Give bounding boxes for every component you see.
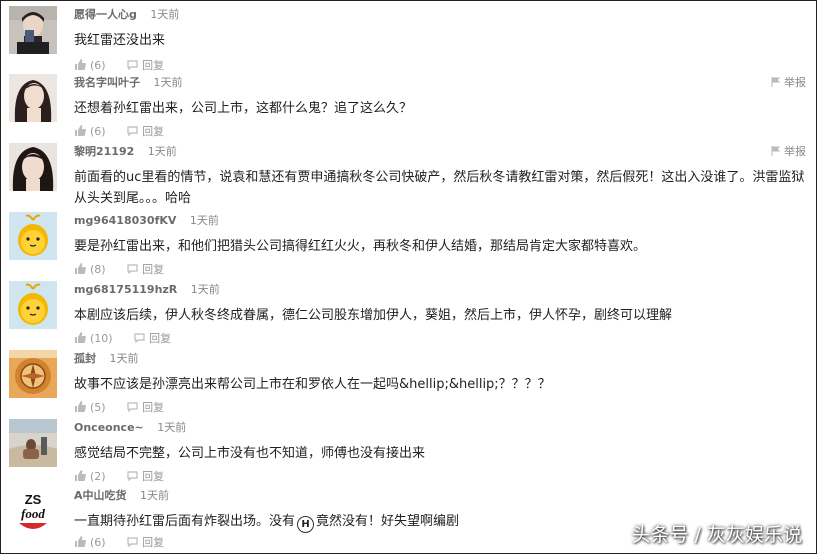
avatar[interactable] bbox=[9, 419, 57, 467]
avatar[interactable] bbox=[9, 350, 57, 398]
reply-button[interactable]: 回复 bbox=[127, 536, 164, 549]
logo-line1: ZS bbox=[25, 492, 42, 507]
reply-label: 回复 bbox=[142, 125, 165, 138]
thumbs-up-icon[interactable] bbox=[74, 332, 86, 346]
reply-label: 回复 bbox=[142, 59, 165, 72]
comment-actions: (10) 回复 bbox=[74, 330, 171, 346]
reply-label: 回复 bbox=[149, 332, 172, 345]
comment-text-part2: 竟然没有！好失望啊编剧 bbox=[316, 514, 460, 529]
timestamp: 1天前 bbox=[190, 283, 220, 296]
avatar[interactable] bbox=[9, 6, 57, 54]
comment-actions: (6) 回复 bbox=[74, 534, 164, 550]
speech-bubble-icon bbox=[134, 332, 145, 346]
speech-bubble-icon bbox=[127, 470, 138, 484]
comment-actions: (6) 回复 bbox=[74, 123, 164, 139]
speech-bubble-icon bbox=[127, 536, 138, 550]
thumbs-up-icon[interactable] bbox=[74, 470, 86, 484]
comment-meta: 孤封 1天前 bbox=[74, 350, 139, 366]
username[interactable]: 孤封 bbox=[74, 352, 96, 365]
reply-button[interactable]: 回复 bbox=[127, 470, 164, 483]
reply-button[interactable]: 回复 bbox=[127, 263, 164, 276]
emoji-h-icon: H bbox=[297, 516, 315, 533]
report-button[interactable]: 举报 bbox=[771, 74, 806, 90]
comment-meta: Onceonce~ 1天前 bbox=[74, 419, 186, 435]
username[interactable]: mg96418030fKV bbox=[74, 214, 176, 227]
reply-button[interactable]: 回复 bbox=[127, 125, 164, 138]
comment-text: 故事不应该是孙漂亮出来帮公司上市在和罗依人在一起吗&hellip;&hellip… bbox=[74, 377, 551, 392]
reply-button[interactable]: 回复 bbox=[134, 332, 171, 345]
reply-label: 回复 bbox=[142, 470, 165, 483]
comment-text: 本剧应该后续，伊人秋冬终成眷属，德仁公司股东增加伊人，葵姐，然后上市，伊人怀孕，… bbox=[74, 308, 673, 323]
comment-actions: (2) 回复 bbox=[74, 468, 164, 484]
comment-text: 还想着孙红雷出来，公司上市，这都什么鬼？追了这么久？ bbox=[74, 101, 413, 116]
watermark: 头条号 / 灰灰娱乐说 bbox=[631, 524, 802, 546]
avatar[interactable] bbox=[9, 212, 57, 260]
comment-text: 前面看的uc里看的情节，说袁和慧还有贾申通搞秋冬公司快破产，然后秋冬请教红雷对策… bbox=[74, 170, 805, 206]
username[interactable]: Onceonce~ bbox=[74, 421, 144, 434]
report-label: 举报 bbox=[784, 145, 806, 158]
comment-text: 我红雷还没出来 bbox=[74, 33, 166, 48]
comment-meta: A中山吃货 1天前 bbox=[74, 487, 169, 503]
thumbs-up-icon[interactable] bbox=[74, 59, 86, 73]
comment-feed: 愿得一人心g 1天前 我红雷还没出来 (6) 回复 我名字叫叶子 1天前 举报 … bbox=[0, 0, 817, 554]
like-count: (6) bbox=[90, 125, 106, 138]
like-count: (8) bbox=[90, 263, 106, 276]
username[interactable]: 黎明21192 bbox=[74, 145, 134, 158]
comment-meta: 我名字叫叶子 1天前 bbox=[74, 74, 183, 90]
speech-bubble-icon bbox=[127, 59, 138, 73]
username[interactable]: 愿得一人心g bbox=[74, 8, 137, 21]
username[interactable]: mg68175119hzR bbox=[74, 283, 177, 296]
username[interactable]: A中山吃货 bbox=[74, 489, 127, 502]
comment-actions: (8) 回复 bbox=[74, 261, 164, 277]
avatar[interactable] bbox=[9, 143, 57, 191]
reply-button[interactable]: 回复 bbox=[127, 59, 164, 72]
reply-button[interactable]: 回复 bbox=[127, 401, 164, 414]
timestamp: 1天前 bbox=[189, 214, 219, 227]
zs-food-logo: ZS food bbox=[9, 487, 57, 535]
avatar[interactable]: ZS food bbox=[9, 487, 57, 535]
avatar[interactable] bbox=[9, 281, 57, 329]
reply-label: 回复 bbox=[142, 401, 165, 414]
timestamp: 1天前 bbox=[109, 352, 139, 365]
timestamp: 1天前 bbox=[150, 8, 180, 21]
timestamp: 1天前 bbox=[140, 489, 170, 502]
comment-meta: 黎明21192 1天前 bbox=[74, 143, 177, 159]
thumbs-up-icon[interactable] bbox=[74, 263, 86, 277]
report-label: 举报 bbox=[784, 76, 806, 89]
like-count: (5) bbox=[90, 401, 106, 414]
thumbs-up-icon[interactable] bbox=[74, 125, 86, 139]
report-button[interactable]: 举报 bbox=[771, 143, 806, 159]
reply-label: 回复 bbox=[142, 536, 165, 549]
comment-text-part1: 一直期待孙红雷后面有炸裂出场。没有 bbox=[74, 514, 296, 529]
speech-bubble-icon bbox=[127, 263, 138, 277]
username[interactable]: 我名字叫叶子 bbox=[74, 76, 140, 89]
comment-text: 要是孙红雷出来，和他们把猎头公司搞得红红火火，再秋冬和伊人结婚，那结局肯定大家都… bbox=[74, 239, 647, 254]
like-count: (6) bbox=[90, 59, 106, 72]
comment-meta: 愿得一人心g 1天前 bbox=[74, 6, 179, 22]
like-count: (2) bbox=[90, 470, 106, 483]
comment-actions: (6) 回复 bbox=[74, 57, 164, 73]
timestamp: 1天前 bbox=[147, 145, 177, 158]
comment-meta: mg96418030fKV 1天前 bbox=[74, 212, 219, 228]
like-count: (10) bbox=[90, 332, 113, 345]
timestamp: 1天前 bbox=[157, 421, 187, 434]
flag-icon bbox=[771, 76, 781, 90]
speech-bubble-icon bbox=[127, 125, 138, 139]
reply-label: 回复 bbox=[142, 263, 165, 276]
thumbs-up-icon[interactable] bbox=[74, 401, 86, 415]
thumbs-up-icon[interactable] bbox=[74, 536, 86, 550]
speech-bubble-icon bbox=[127, 401, 138, 415]
like-count: (6) bbox=[90, 536, 106, 549]
timestamp: 1天前 bbox=[153, 76, 183, 89]
comment-meta: mg68175119hzR 1天前 bbox=[74, 281, 220, 297]
comment-text: 感觉结局不完整，公司上市没有也不知道，师傅也没有接出来 bbox=[74, 446, 426, 461]
flag-icon bbox=[771, 145, 781, 159]
avatar[interactable] bbox=[9, 74, 57, 122]
comment-actions: (5) 回复 bbox=[74, 399, 164, 415]
logo-line2: food bbox=[21, 506, 45, 521]
